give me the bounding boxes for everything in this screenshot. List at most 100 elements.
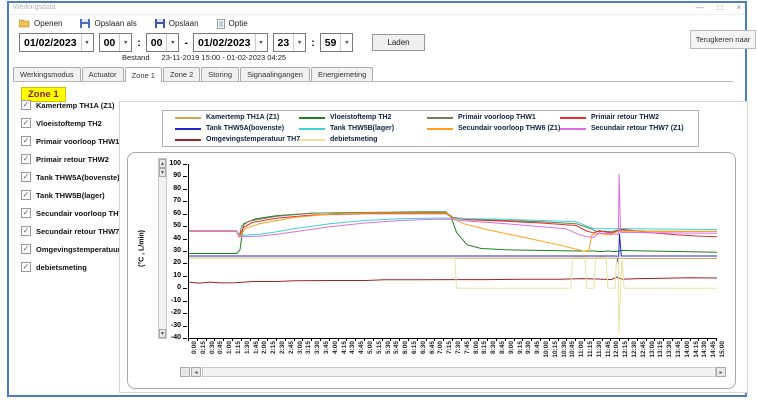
sidebar-item-secundair-voorloop-thw6[interactable]: ✓Secundair voorloop THW6	[21, 208, 130, 218]
option-button-label: Optie	[229, 19, 248, 28]
sidebar-item-vloeistoftemp-th2[interactable]: ✓Vloeistoftemp TH2	[21, 118, 102, 128]
x-tick-mark	[575, 338, 576, 341]
x-tick-mark	[223, 338, 224, 341]
legend-label: debietsmeting	[330, 136, 377, 143]
x-tick-mark	[285, 338, 286, 341]
file-info-value: 23-11-2019 15:00 - 01-02-2023 04:25	[162, 53, 287, 62]
x-tick-mark	[390, 338, 391, 341]
tab-energiemeting[interactable]: Energiemeting	[311, 67, 373, 81]
checkbox-icon[interactable]: ✓	[21, 244, 31, 254]
sidebar-item-tank-thw5a-bovenste[interactable]: ✓Tank THW5A(bovenste)	[21, 172, 120, 182]
sidebar-item-primair-voorloop-thw1[interactable]: ✓Primair voorloop THW1	[21, 136, 119, 146]
y-tick-mark	[183, 326, 187, 327]
close-button[interactable]: ×	[736, 3, 741, 13]
end-hour-select[interactable]: 23▾	[273, 33, 307, 52]
x-tick-label: 8:45	[499, 341, 506, 365]
sidebar-item-tank-thw5b-lager[interactable]: ✓Tank THW5B(lager)	[21, 190, 105, 200]
legend-line-swatch	[175, 117, 201, 119]
x-tick-label: 13:00	[649, 341, 656, 365]
scroll-right-icon[interactable]: ▸	[716, 367, 726, 377]
x-tick-mark	[434, 338, 435, 341]
chevron-down-icon[interactable]: ▾	[166, 34, 178, 51]
x-tick-mark	[373, 338, 374, 341]
checkbox-icon[interactable]: ✓	[21, 172, 31, 182]
chevron-down-icon[interactable]: ▾	[340, 34, 352, 51]
x-tick-mark	[478, 338, 479, 341]
minimize-button[interactable]: —	[695, 3, 703, 13]
x-tick-label: 13:15	[657, 341, 664, 365]
legend-line-swatch	[299, 139, 325, 141]
x-tick-mark	[514, 338, 515, 341]
tab-zone-2[interactable]: Zone 2	[163, 67, 200, 81]
return-button[interactable]: Terugkeren naar	[690, 30, 756, 49]
x-tick-mark	[540, 338, 541, 341]
checkbox-icon[interactable]: ✓	[21, 190, 31, 200]
x-tick-label: 5:30	[385, 341, 392, 365]
x-tick-label: 12:15	[622, 341, 629, 365]
scroll-extra-icon[interactable]: ·	[180, 367, 190, 377]
legend-item-omgevingstemperatuur-th7: Omgevingstemperatuur TH7	[175, 135, 299, 145]
x-tick-label: 8:00	[473, 341, 480, 365]
scroll-track[interactable]	[202, 367, 716, 377]
y-tick-label: 90	[159, 172, 181, 179]
load-button[interactable]: Laden	[372, 34, 424, 51]
x-tick-label: 11:30	[596, 341, 603, 365]
x-tick-label: 11:00	[578, 341, 585, 365]
y-tick-label: 70	[159, 197, 181, 204]
x-tick-label: 4:00	[332, 341, 339, 365]
x-tick-mark	[276, 338, 277, 341]
save-button-label: Opslaan	[169, 19, 199, 28]
x-tick-label: 5:15	[376, 341, 383, 365]
x-tick-mark	[505, 338, 506, 341]
y-tick-label: 40	[159, 235, 181, 242]
checkbox-icon[interactable]: ✓	[21, 208, 31, 218]
x-tick-mark	[399, 338, 400, 341]
chevron-down-icon[interactable]: ▾	[293, 34, 305, 51]
tab-storing[interactable]: Storing	[201, 67, 239, 81]
chart-panel: (°C , L/min) ▴ ▾ ▾ · ◂ ▸ 100908070605040…	[127, 152, 736, 389]
legend-item-secundair-retour-thw7-z1: Secundair retour THW7 (Z1)	[560, 124, 700, 134]
checkbox-icon[interactable]: ✓	[21, 100, 31, 110]
x-tick-label: 12:00	[613, 341, 620, 365]
scroll-left-icon[interactable]: ◂	[191, 367, 201, 377]
horizontal-scrollbar[interactable]: · ◂ ▸	[180, 367, 726, 377]
y-tick-mark	[183, 214, 187, 215]
x-tick-label: 12:30	[631, 341, 638, 365]
x-tick-mark	[426, 338, 427, 341]
sidebar-item-primair-retour-thw2[interactable]: ✓Primair retour THW2	[21, 154, 109, 164]
x-tick-label: 10:30	[561, 341, 568, 365]
end-minute-select[interactable]: 59▾	[320, 33, 354, 52]
legend-line-swatch	[427, 117, 453, 119]
plot-area	[188, 164, 717, 339]
x-tick-label: 8:30	[490, 341, 497, 365]
y-tick-mark	[183, 288, 187, 289]
legend-line-swatch	[175, 139, 201, 141]
legend-item-primair-voorloop-thw1: Primair voorloop THW1	[427, 113, 560, 123]
tab-signaalingangen[interactable]: Signaalingangen	[240, 67, 310, 81]
x-tick-label: 4:45	[358, 341, 365, 365]
dash-separator: -	[184, 37, 188, 49]
end-date-select[interactable]: 01/02/2023▾	[193, 33, 268, 52]
x-tick-label: 9:15	[517, 341, 524, 365]
x-tick-label: 6:15	[411, 341, 418, 365]
legend-line-swatch	[560, 128, 586, 130]
sidebar-item-debietsmeting[interactable]: ✓debietsmeting	[21, 262, 87, 272]
checkbox-icon[interactable]: ✓	[21, 226, 31, 236]
series-line-omgevingstemperatuur-th7	[189, 277, 717, 283]
checkbox-icon[interactable]: ✓	[21, 118, 31, 128]
option-button[interactable]: Optie	[217, 19, 248, 29]
checkbox-icon[interactable]: ✓	[21, 136, 31, 146]
legend-label: Primair retour THW2	[591, 114, 659, 121]
maximize-button[interactable]: □	[717, 3, 722, 13]
sidebar-item-kamertemp-th1a-z1[interactable]: ✓Kamertemp TH1A (Z1)	[21, 100, 115, 110]
x-tick-mark	[637, 338, 638, 341]
x-tick-mark	[329, 338, 330, 341]
checkbox-icon[interactable]: ✓	[21, 262, 31, 272]
x-tick-mark	[646, 338, 647, 341]
x-tick-mark	[558, 338, 559, 341]
checkbox-icon[interactable]: ✓	[21, 154, 31, 164]
y-tick-mark	[183, 239, 187, 240]
legend-line-swatch	[299, 128, 325, 130]
chevron-down-icon[interactable]: ▾	[255, 34, 267, 51]
legend-line-swatch	[560, 117, 586, 119]
